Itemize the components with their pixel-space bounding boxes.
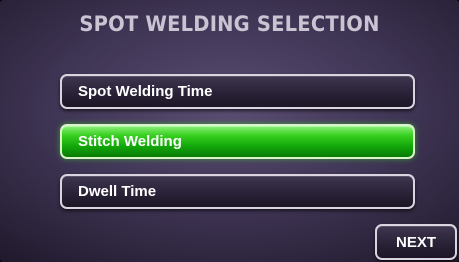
dwell-time-label: Dwell Time	[78, 183, 157, 200]
page-title: SPOT WELDING SELECTION	[79, 12, 380, 36]
spot-welding-time-button[interactable]: Spot Welding Time	[60, 74, 415, 109]
spot-welding-selection-screen: SPOT WELDING SELECTION Spot Welding Time…	[0, 0, 459, 262]
stitch-welding-label: Stitch Welding	[78, 133, 182, 150]
spot-welding-time-label: Spot Welding Time	[78, 83, 213, 100]
next-label: NEXT	[395, 233, 436, 251]
dwell-time-button[interactable]: Dwell Time	[60, 174, 415, 209]
stitch-welding-button[interactable]: Stitch Welding	[60, 124, 415, 159]
next-button[interactable]: NEXT	[375, 224, 457, 260]
